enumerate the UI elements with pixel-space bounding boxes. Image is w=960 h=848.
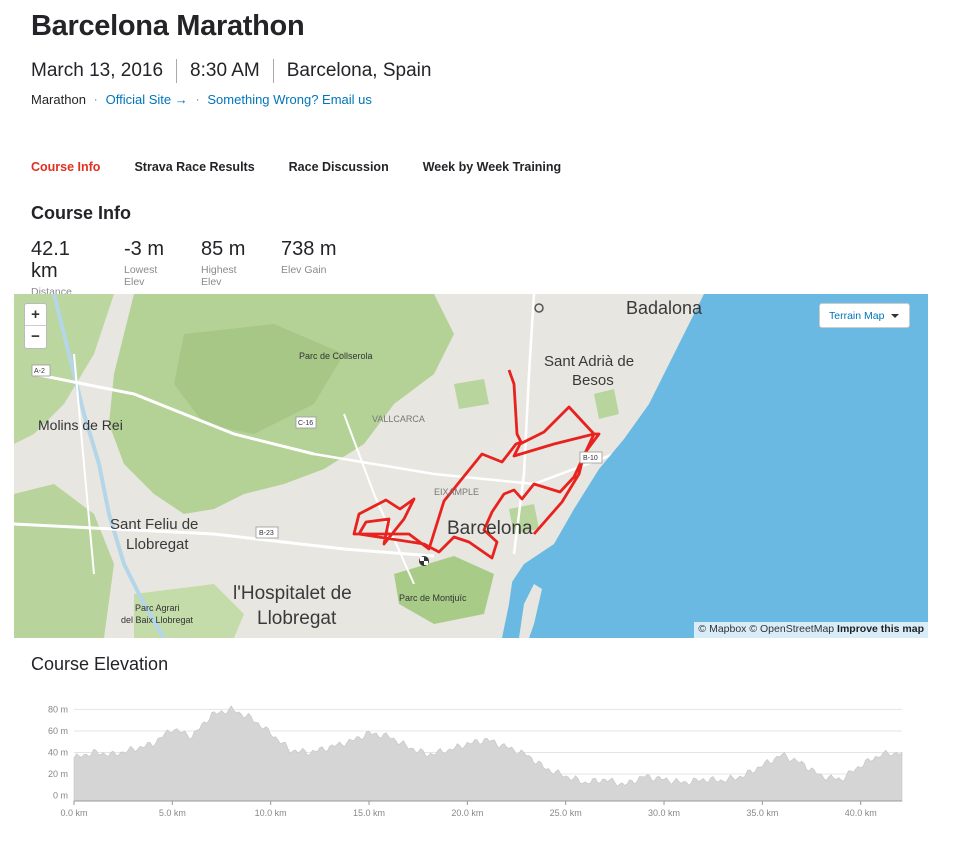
official-site-link[interactable]: Official Site →: [106, 92, 188, 107]
page-title: Barcelona Marathon: [31, 10, 305, 42]
x-tick-label: 40.0 km: [845, 808, 877, 818]
map-label-sant-feliu: Sant Feliu de: [110, 516, 198, 533]
map-label-collserola: Parc de Collserola: [299, 351, 373, 361]
stat-label: Highest Elev: [201, 264, 237, 288]
event-location: Barcelona, Spain: [286, 60, 432, 81]
x-tick-label: 20.0 km: [451, 808, 483, 818]
x-tick-label: 10.0 km: [255, 808, 287, 818]
x-tick-label: 15.0 km: [353, 808, 385, 818]
map-label-barcelona: Barcelona: [447, 518, 533, 539]
stat-lowest-elev: -3 m Lowest Elev: [124, 238, 177, 298]
stat-value: -3 m: [124, 238, 164, 260]
chevron-down-icon: [891, 313, 900, 318]
map-label-vallcarca: VALLCARCA: [372, 414, 425, 424]
stat-value: 738 m: [281, 238, 337, 260]
course-map[interactable]: Badalona Sant Adrià de Besos Parc de Col…: [14, 294, 928, 638]
svg-text:C-16: C-16: [298, 420, 313, 427]
tab-bar: Course Info Strava Race Results Race Dis…: [31, 160, 595, 174]
map-style-dropdown[interactable]: Terrain Map: [819, 303, 910, 328]
map-label-montjuic: Parc de Montjuïc: [399, 593, 467, 603]
attribution-text: © Mapbox © OpenStreetMap: [698, 623, 838, 635]
map-label-molins: Molins de Rei: [38, 417, 123, 433]
stat-highest-elev: 85 m Highest Elev: [201, 238, 257, 298]
y-tick-label: 60 m: [48, 726, 68, 736]
road-shield-c16: C-16: [295, 416, 317, 429]
tab-training[interactable]: Week by Week Training: [423, 160, 561, 174]
zoom-in-button[interactable]: +: [25, 304, 46, 326]
y-tick-label: 20 m: [48, 769, 68, 779]
map-label-parc-agrari: Parc Agrari: [135, 603, 180, 613]
separator-dot: ·: [93, 93, 98, 106]
event-date: March 13, 2016: [31, 60, 164, 81]
x-tick-label: 5.0 km: [159, 808, 186, 818]
stat-label: Lowest Elev: [124, 264, 158, 288]
divider: [272, 59, 274, 83]
tab-course-info[interactable]: Course Info: [31, 160, 100, 174]
map-label-baix-llobregat: del Baix Llobregat: [121, 615, 194, 625]
x-tick-label: 30.0 km: [648, 808, 680, 818]
zoom-out-button[interactable]: −: [25, 326, 46, 348]
finish-flag-icon: [419, 556, 429, 566]
event-time: 8:30 AM: [190, 60, 260, 81]
map-label-badalona: Badalona: [626, 298, 703, 318]
x-tick-label: 35.0 km: [746, 808, 778, 818]
y-tick-label: 40 m: [48, 748, 68, 758]
map-canvas[interactable]: Badalona Sant Adrià de Besos Parc de Col…: [14, 294, 928, 638]
course-stats: 42.1 km Distance -3 m Lowest Elev 85 m H…: [31, 238, 361, 298]
stat-value: 42.1 km: [31, 238, 70, 282]
road-shield-b10: B-10: [579, 451, 603, 464]
svg-text:A-2: A-2: [34, 368, 45, 375]
elevation-chart[interactable]: 80 m 60 m 40 m 20 m 0 m 0.0 km 5.0 km 10.0 km 15…: [0, 690, 960, 830]
elevation-heading: Course Elevation: [31, 654, 169, 674]
event-meta: March 13, 2016 8:30 AM Barcelona, Spain: [31, 59, 431, 83]
map-label-hospitalet-llobregat: Llobregat: [257, 608, 337, 629]
x-tick-label: 0.0 km: [60, 808, 87, 818]
y-tick-label: 0 m: [53, 791, 68, 801]
svg-text:B-23: B-23: [259, 530, 274, 537]
report-issue-link[interactable]: Something Wrong? Email us: [207, 92, 372, 107]
course-info-heading: Course Info: [31, 203, 132, 223]
map-attribution: © Mapbox © OpenStreetMap Improve this ma…: [694, 622, 928, 638]
road-shield-a2: A-2: [31, 364, 51, 377]
stat-value: 85 m: [201, 238, 246, 260]
park: [454, 379, 489, 409]
map-label-eixample: EIXAMPLE: [434, 487, 479, 497]
separator-dot: ·: [195, 93, 200, 106]
tab-race-discussion[interactable]: Race Discussion: [289, 160, 389, 174]
map-style-label: Terrain Map: [829, 309, 885, 322]
tab-race-results[interactable]: Strava Race Results: [134, 160, 254, 174]
divider: [176, 59, 178, 83]
zoom-control: + −: [24, 303, 47, 349]
map-label-besos: Besos: [572, 372, 614, 389]
event-type: Marathon: [31, 92, 86, 107]
stat-elev-gain: 738 m Elev Gain: [281, 238, 337, 298]
elevation-area: [73, 705, 903, 802]
x-tick-label: 25.0 km: [550, 808, 582, 818]
map-label-hospitalet: l'Hospitalet de: [233, 583, 352, 604]
improve-map-link[interactable]: Improve this map: [837, 623, 924, 635]
event-links: Marathon · Official Site → · Something W…: [31, 92, 372, 107]
stat-distance: 42.1 km Distance: [31, 238, 100, 298]
road-shield-b23: B-23: [255, 526, 279, 539]
y-tick-label: 80 m: [48, 704, 68, 714]
stat-label: Elev Gain: [281, 264, 327, 276]
map-label-llobregat: Llobregat: [126, 536, 189, 553]
map-label-sant-adria: Sant Adrià de: [544, 353, 634, 370]
svg-text:B-10: B-10: [583, 455, 598, 462]
